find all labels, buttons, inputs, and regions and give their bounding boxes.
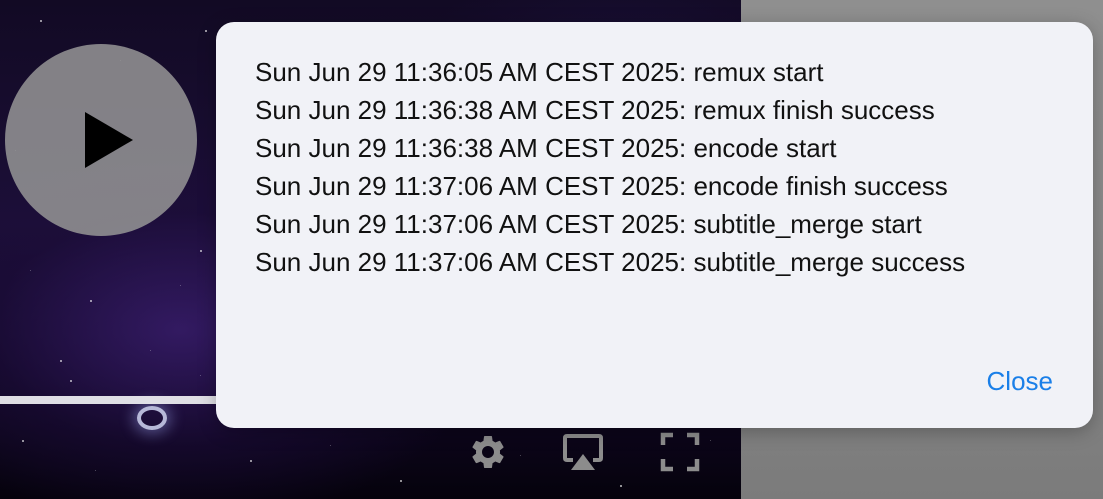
star: [40, 20, 42, 22]
star: [400, 480, 402, 482]
star: [520, 455, 521, 456]
close-button[interactable]: Close: [987, 362, 1053, 400]
star: [330, 445, 331, 446]
play-icon: [85, 112, 133, 168]
nebula-ring: [137, 406, 167, 430]
star: [710, 440, 711, 441]
log-line: Sun Jun 29 11:37:06 AM CEST 2025: subtit…: [255, 209, 922, 239]
star: [250, 460, 252, 462]
star: [30, 270, 31, 271]
log-dialog: Sun Jun 29 11:36:05 AM CEST 2025: remux …: [216, 22, 1093, 428]
star: [205, 30, 207, 32]
star: [70, 380, 72, 382]
fullscreen-button[interactable]: [658, 430, 702, 474]
log-line: Sun Jun 29 11:36:38 AM CEST 2025: encode…: [255, 133, 837, 163]
star: [150, 350, 151, 351]
screen: Sun Jun 29 11:36:05 AM CEST 2025: remux …: [0, 0, 1103, 499]
log-line: Sun Jun 29 11:37:06 AM CEST 2025: encode…: [255, 171, 948, 201]
progress-bar-fill: [0, 396, 223, 404]
star: [22, 440, 24, 442]
airplay-button[interactable]: [561, 430, 605, 474]
log-line: Sun Jun 29 11:36:05 AM CEST 2025: remux …: [255, 57, 824, 87]
star: [200, 250, 202, 252]
gear-icon: [472, 435, 504, 468]
star: [200, 375, 201, 376]
star: [90, 300, 92, 302]
star: [180, 285, 181, 286]
star: [620, 485, 622, 487]
star: [60, 360, 62, 362]
log-line: Sun Jun 29 11:37:06 AM CEST 2025: subtit…: [255, 247, 966, 277]
log-list: Sun Jun 29 11:36:05 AM CEST 2025: remux …: [255, 53, 965, 281]
log-line: Sun Jun 29 11:36:38 AM CEST 2025: remux …: [255, 95, 935, 125]
settings-button[interactable]: [466, 430, 510, 474]
fullscreen-icon: [660, 432, 700, 472]
airplay-icon: [563, 434, 603, 470]
play-button[interactable]: [5, 44, 197, 236]
star: [95, 470, 96, 471]
